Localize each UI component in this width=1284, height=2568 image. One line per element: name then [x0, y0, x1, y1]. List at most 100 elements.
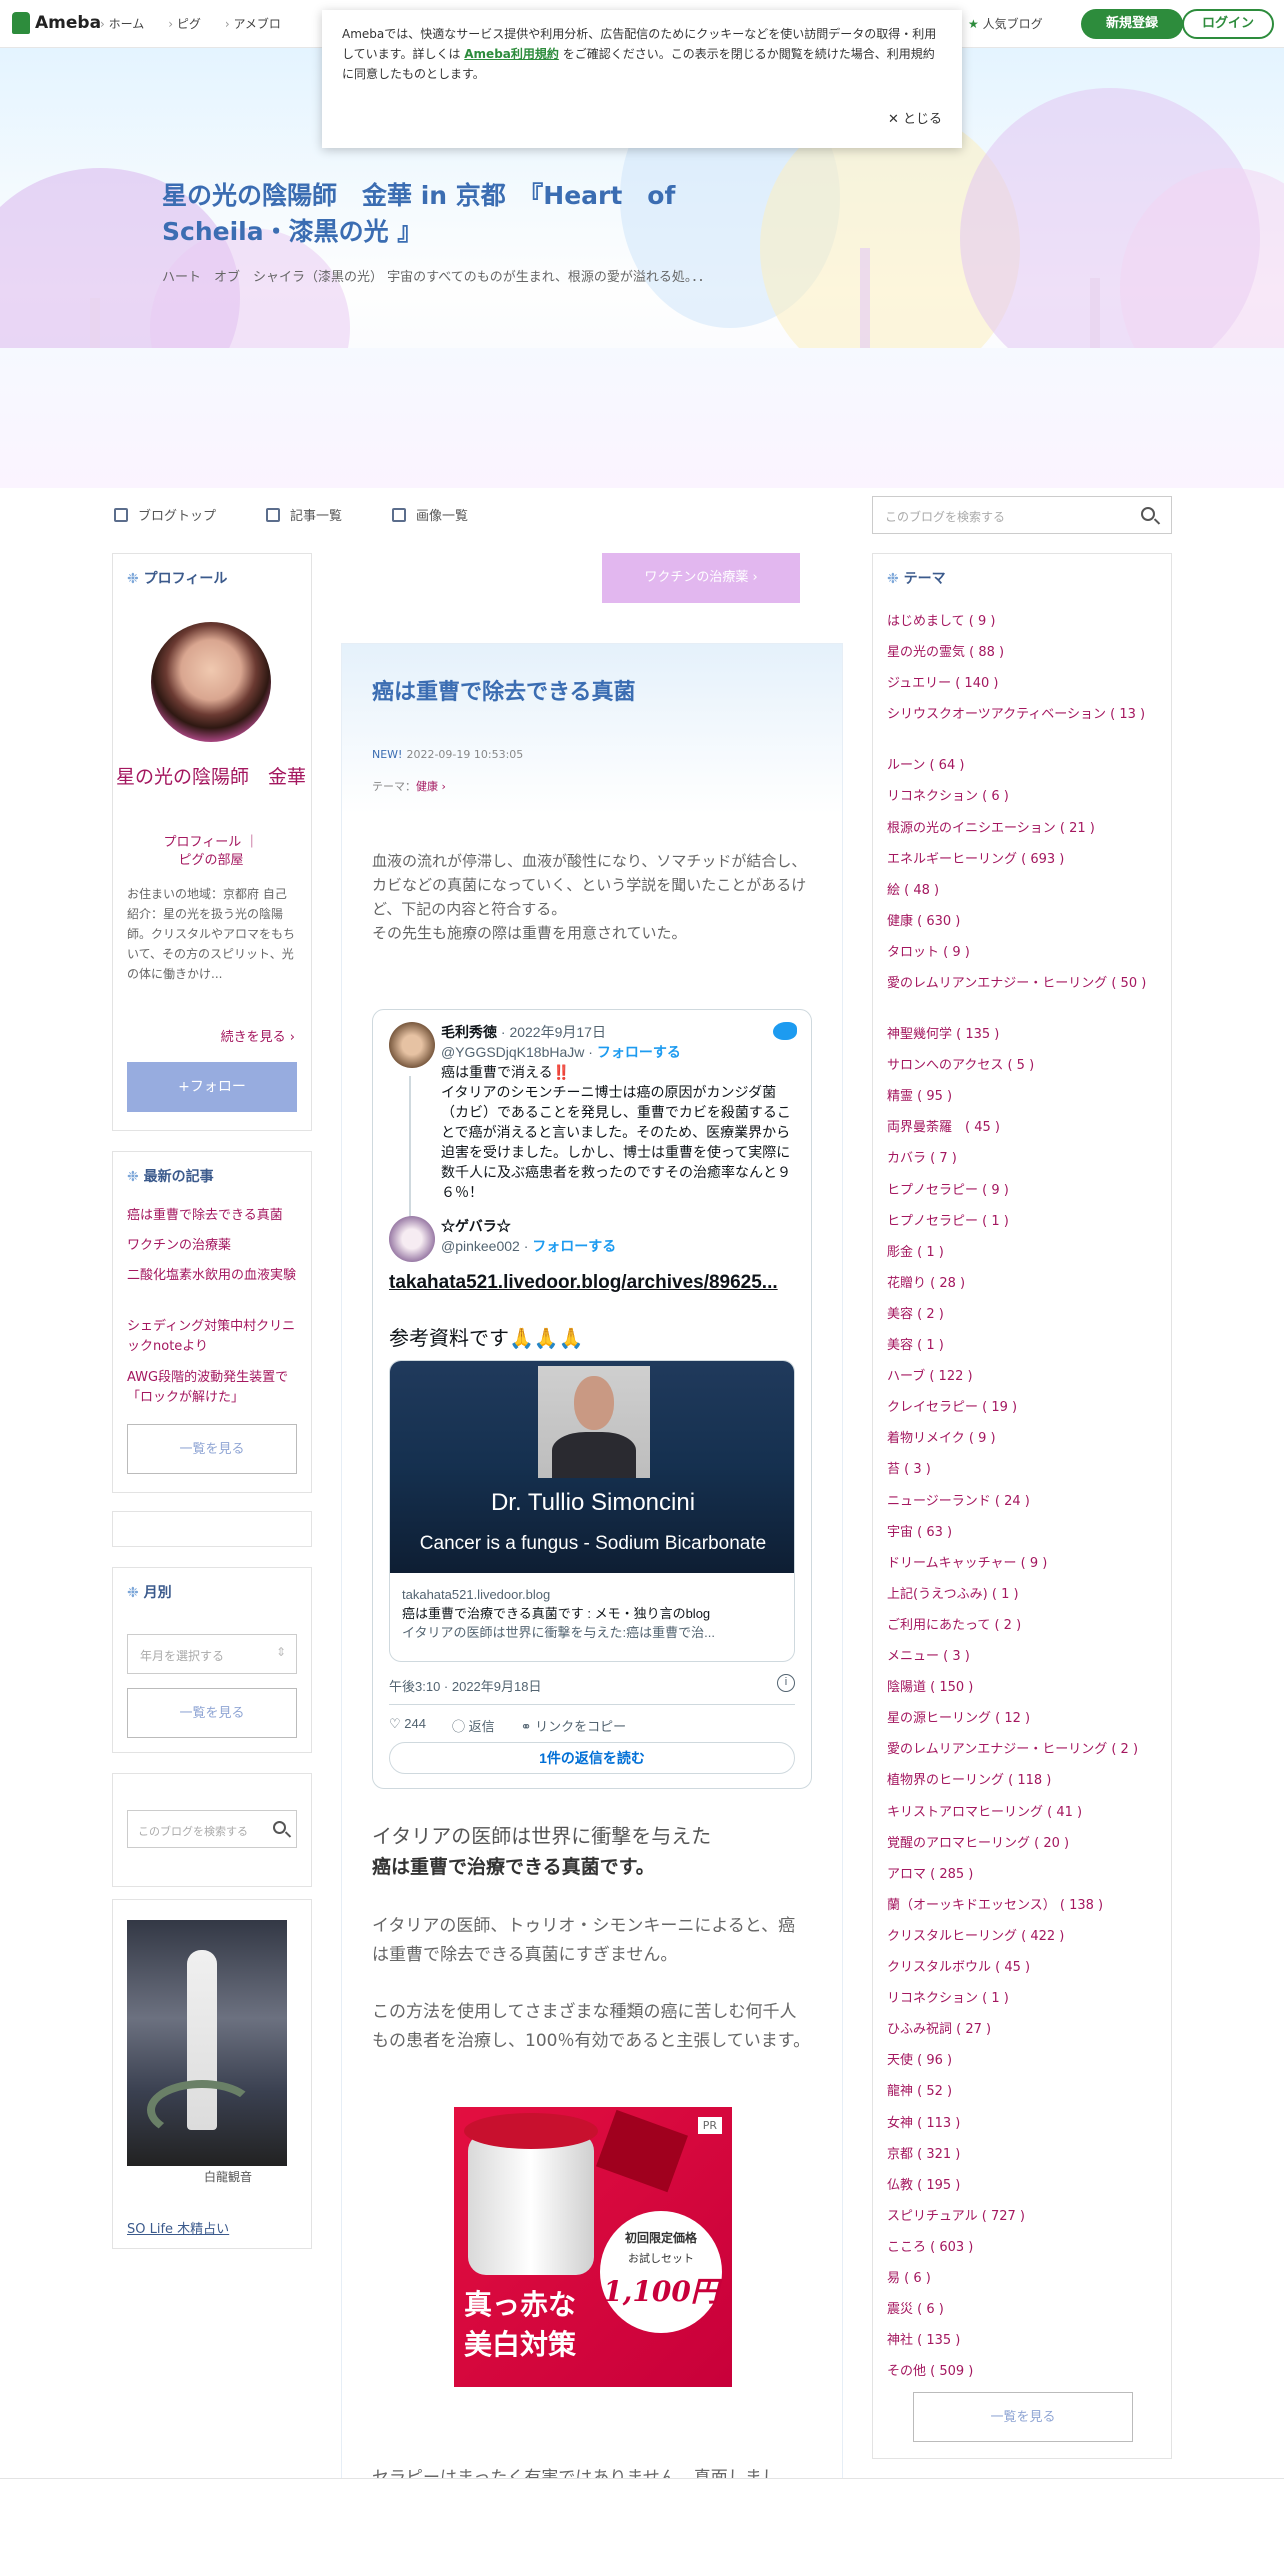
copy-link-action[interactable]: ⚭ リンクをコピー — [521, 1716, 627, 1735]
tweet-avatar[interactable] — [389, 1022, 435, 1068]
profile-link[interactable]: プロフィール — [164, 835, 242, 850]
reply-author[interactable]: ☆ゲバラ☆ — [441, 1216, 511, 1236]
reply-follow-button[interactable]: フォローする — [532, 1238, 616, 1254]
theme-item[interactable]: 植物界のヒーリング ( 118 ) — [887, 1771, 1169, 1791]
theme-item[interactable]: メニュー ( 3 ) — [887, 1647, 1169, 1667]
theme-item[interactable]: ひふみ祝詞 ( 27 ) — [887, 2020, 1169, 2040]
theme-item[interactable]: 着物リメイク ( 9 ) — [887, 1429, 1169, 1449]
link-card[interactable]: Dr. Tullio Simoncini Cancer is a fungus … — [389, 1360, 795, 1662]
nav-pigg[interactable]: ピグ — [168, 15, 201, 32]
like-action[interactable]: ♡ 244 — [389, 1716, 426, 1735]
theme-item[interactable]: 健康 ( 630 ) — [887, 912, 1169, 932]
theme-item[interactable]: 震災 ( 6 ) — [887, 2300, 1169, 2320]
theme-item[interactable]: 陰陽道 ( 150 ) — [887, 1678, 1169, 1698]
theme-item[interactable]: 美容 ( 1 ) — [887, 1336, 1169, 1356]
theme-item[interactable]: 神聖幾何学 ( 135 ) — [887, 1025, 1169, 1045]
theme-item[interactable]: 彫金 ( 1 ) — [887, 1243, 1169, 1263]
theme-item[interactable]: 仏教 ( 195 ) — [887, 2176, 1169, 2196]
theme-link[interactable]: 健康 — [416, 780, 446, 793]
theme-item[interactable]: 愛のレムリアンエナジー・ヒーリング ( 50 ) — [887, 974, 1169, 994]
reply-avatar[interactable] — [389, 1216, 435, 1262]
cookie-close-button[interactable]: とじる — [888, 110, 942, 130]
theme-item[interactable]: 星の源ヒーリング ( 12 ) — [887, 1709, 1169, 1729]
theme-item[interactable]: クリスタルボウル ( 45 ) — [887, 1958, 1169, 1978]
theme-item[interactable]: 愛のレムリアンエナジー・ヒーリング ( 2 ) — [887, 1740, 1169, 1760]
nav-article-list[interactable]: 記事一覧 — [266, 505, 342, 524]
nav-blog-top[interactable]: ブログトップ — [114, 505, 216, 524]
theme-item[interactable]: 上記(うえつふみ) ( 1 ) — [887, 1585, 1169, 1605]
theme-item[interactable]: こころ ( 603 ) — [887, 2238, 1169, 2258]
theme-item[interactable]: 根源の光のイニシエーション ( 21 ) — [887, 819, 1169, 839]
recent-item[interactable]: 二酸化塩素水飲用の血液実験 — [127, 1266, 299, 1286]
ad-banner[interactable]: PR 初回限定価格 お試しセット 1,100円 真っ赤な 美白対策 — [454, 2107, 732, 2387]
recent-item[interactable]: AWG段階的波動発生装置で「ロックが解けた」 — [127, 1368, 299, 1408]
theme-item[interactable]: ドリームキャッチャー ( 9 ) — [887, 1554, 1169, 1574]
reply-action[interactable]: ◯ 返信 — [452, 1716, 495, 1735]
tweet-timestamp[interactable]: 午後3:10 · 2022年9月18日 — [389, 1676, 541, 1695]
solife-link[interactable]: SO Life 木精占い — [127, 2218, 229, 2237]
blog-title[interactable]: 星の光の陰陽師 金華 in 京都 『Heart of Scheila・漆黒の光 … — [162, 178, 822, 250]
theme-item[interactable]: 神社 ( 135 ) — [887, 2331, 1169, 2351]
theme-item[interactable]: 美容 ( 2 ) — [887, 1305, 1169, 1325]
theme-item[interactable]: タロット ( 9 ) — [887, 943, 1169, 963]
next-article-button[interactable]: ワクチンの治療薬 › — [602, 553, 800, 603]
blog-search-input[interactable]: このブログを検索する — [872, 496, 1172, 534]
nav-home[interactable]: ホーム — [100, 15, 145, 32]
theme-item[interactable]: キリストアロマヒーリング ( 41 ) — [887, 1803, 1169, 1823]
theme-item[interactable]: アロマ ( 285 ) — [887, 1865, 1169, 1885]
follow-button[interactable]: +フォロー — [127, 1062, 297, 1112]
theme-item[interactable]: 苔 ( 3 ) — [887, 1460, 1169, 1480]
theme-item[interactable]: リコネクション ( 6 ) — [887, 787, 1169, 807]
search-icon[interactable] — [1141, 507, 1155, 521]
twitter-bird-icon[interactable] — [773, 1022, 797, 1040]
profile-more-link[interactable]: 続きを見る — [221, 1026, 295, 1045]
theme-item[interactable]: ニュージーランド ( 24 ) — [887, 1492, 1169, 1512]
theme-item[interactable]: ジュエリー ( 140 ) — [887, 674, 1169, 694]
theme-item[interactable]: スピリチュアル ( 727 ) — [887, 2207, 1169, 2227]
hakuryu-kannon-image[interactable] — [127, 1920, 287, 2166]
terms-link[interactable]: Ameba利用規約 — [464, 47, 559, 61]
theme-item[interactable]: 絵 ( 48 ) — [887, 881, 1169, 901]
theme-item[interactable]: カバラ ( 7 ) — [887, 1149, 1169, 1169]
theme-item[interactable]: その他 ( 509 ) — [887, 2362, 1169, 2382]
themes-list-button[interactable]: 一覧を見る — [913, 2392, 1133, 2442]
theme-item[interactable]: 覚醒のアロマヒーリング ( 20 ) — [887, 1834, 1169, 1854]
nav-ameblo[interactable]: アメブロ — [225, 15, 281, 32]
profile-avatar[interactable] — [151, 622, 271, 742]
tweet-follow-button[interactable]: フォローする — [597, 1044, 681, 1060]
register-button[interactable]: 新規登録 — [1081, 9, 1183, 39]
theme-item[interactable]: 龍神 ( 52 ) — [887, 2082, 1169, 2102]
theme-item[interactable]: 星の光の霊気 ( 88 ) — [887, 643, 1169, 663]
theme-item[interactable]: 蘭（オーッキドエッセンス） ( 138 ) — [887, 1896, 1169, 1916]
info-icon[interactable]: i — [777, 1674, 795, 1692]
theme-item[interactable]: 精霊 ( 95 ) — [887, 1087, 1169, 1107]
theme-item[interactable]: 京都 ( 321 ) — [887, 2145, 1169, 2165]
theme-item[interactable]: 易 ( 6 ) — [887, 2269, 1169, 2289]
article-title[interactable]: 癌は重曹で除去できる真菌 — [372, 674, 636, 706]
theme-item[interactable]: クレイセラピー ( 19 ) — [887, 1398, 1169, 1418]
theme-item[interactable]: 天使 ( 96 ) — [887, 2051, 1169, 2071]
tweet-link[interactable]: takahata521.livedoor.blog/archives/89625… — [389, 1272, 778, 1294]
theme-item[interactable]: 女神 ( 113 ) — [887, 2114, 1169, 2134]
profile-name[interactable]: 星の光の陰陽師 金華 — [113, 762, 309, 792]
theme-item[interactable]: エネルギーヒーリング ( 693 ) — [887, 850, 1169, 870]
theme-item[interactable]: シリウスクオーツアクティベーション ( 13 ) — [887, 705, 1169, 725]
ameba-logo[interactable]: Ameba — [12, 12, 101, 34]
theme-item[interactable]: リコネクション ( 1 ) — [887, 1989, 1169, 2009]
recent-item[interactable]: ワクチンの治療薬 — [127, 1236, 299, 1256]
read-replies-button[interactable]: 1件の返信を読む — [389, 1742, 795, 1774]
month-select[interactable]: 年月を選択する — [127, 1634, 297, 1674]
pigg-room-link[interactable]: ピグの部屋 — [178, 853, 243, 868]
theme-item[interactable]: 宇宙 ( 63 ) — [887, 1523, 1169, 1543]
theme-item[interactable]: クリスタルヒーリング ( 422 ) — [887, 1927, 1169, 1947]
monthly-list-button[interactable]: 一覧を見る — [127, 1688, 297, 1738]
recent-item[interactable]: 癌は重曹で除去できる真菌 — [127, 1206, 299, 1226]
theme-item[interactable]: 両界曼荼羅 ( 45 ) — [887, 1118, 1169, 1138]
theme-item[interactable]: ヒプノセラピー ( 1 ) — [887, 1212, 1169, 1232]
nav-image-list[interactable]: 画像一覧 — [392, 505, 468, 524]
theme-item[interactable]: 花贈り ( 28 ) — [887, 1274, 1169, 1294]
theme-item[interactable]: ハーブ ( 122 ) — [887, 1367, 1169, 1387]
tweet-author[interactable]: 毛利秀徳 · 2022年9月17日 — [441, 1022, 606, 1042]
theme-item[interactable]: ルーン ( 64 ) — [887, 756, 1169, 776]
recent-list-button[interactable]: 一覧を見る — [127, 1424, 297, 1474]
